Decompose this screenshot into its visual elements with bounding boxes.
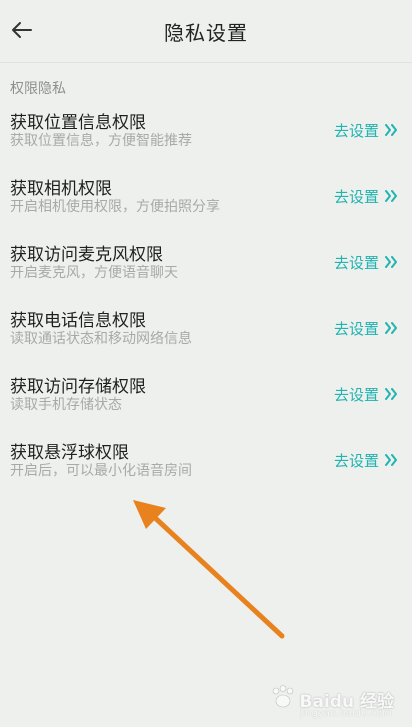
double-chevron-right-icon	[379, 320, 398, 338]
double-chevron-right-icon	[379, 188, 398, 206]
double-chevron-right-icon	[379, 452, 398, 470]
go-settings-label: 去设置	[333, 452, 379, 470]
permission-desc: 开启相机使用权限，方便拍照分享	[10, 199, 220, 215]
go-settings-button[interactable]: 去设置	[334, 450, 398, 471]
permission-item-floating-ball[interactable]: 获取悬浮球权限 开启后，可以最小化语音房间 去设置	[0, 433, 412, 499]
go-settings-label: 去设置	[333, 122, 379, 140]
watermark-sub: jingyan.baidu.com	[299, 708, 392, 719]
permission-item-microphone[interactable]: 获取访问麦克风权限 开启麦克风，方便语音聊天 去设置	[0, 235, 412, 301]
top-bar: 隐私设置	[0, 0, 412, 63]
permission-desc: 读取通话状态和移动网络信息	[10, 331, 192, 347]
baidu-watermark: Baidu 经验 jingyan.baidu.com	[270, 685, 394, 719]
go-settings-label: 去设置	[333, 254, 379, 272]
go-settings-button[interactable]: 去设置	[334, 186, 398, 207]
permission-item-location[interactable]: 获取位置信息权限 获取位置信息，方便智能推荐 去设置	[0, 103, 412, 169]
go-settings-button[interactable]: 去设置	[334, 252, 398, 273]
double-chevron-right-icon	[379, 254, 398, 272]
double-chevron-right-icon	[379, 122, 398, 140]
go-settings-label: 去设置	[333, 386, 379, 404]
go-settings-label: 去设置	[333, 320, 379, 338]
permission-desc: 读取手机存储状态	[10, 397, 122, 413]
permission-list: 获取位置信息权限 获取位置信息，方便智能推荐 去设置 获取相机权限 开启相机使用…	[0, 103, 412, 499]
go-settings-button[interactable]: 去设置	[334, 384, 398, 405]
double-chevron-right-icon	[379, 386, 398, 404]
permission-item-storage[interactable]: 获取访问存储权限 读取手机存储状态 去设置	[0, 367, 412, 433]
permission-item-camera[interactable]: 获取相机权限 开启相机使用权限，方便拍照分享 去设置	[0, 169, 412, 235]
permission-desc: 获取位置信息，方便智能推荐	[10, 133, 192, 149]
section-label: 权限隐私	[10, 81, 66, 97]
go-settings-label: 去设置	[333, 188, 379, 206]
page-title: 隐私设置	[164, 21, 248, 45]
go-settings-button[interactable]: 去设置	[334, 318, 398, 339]
permission-desc: 开启麦克风，方便语音聊天	[10, 265, 178, 281]
go-settings-button[interactable]: 去设置	[334, 120, 398, 141]
paw-logo-icon	[270, 685, 296, 713]
permission-item-phone[interactable]: 获取电话信息权限 读取通话状态和移动网络信息 去设置	[0, 301, 412, 367]
permission-desc: 开启后，可以最小化语音房间	[10, 463, 192, 479]
